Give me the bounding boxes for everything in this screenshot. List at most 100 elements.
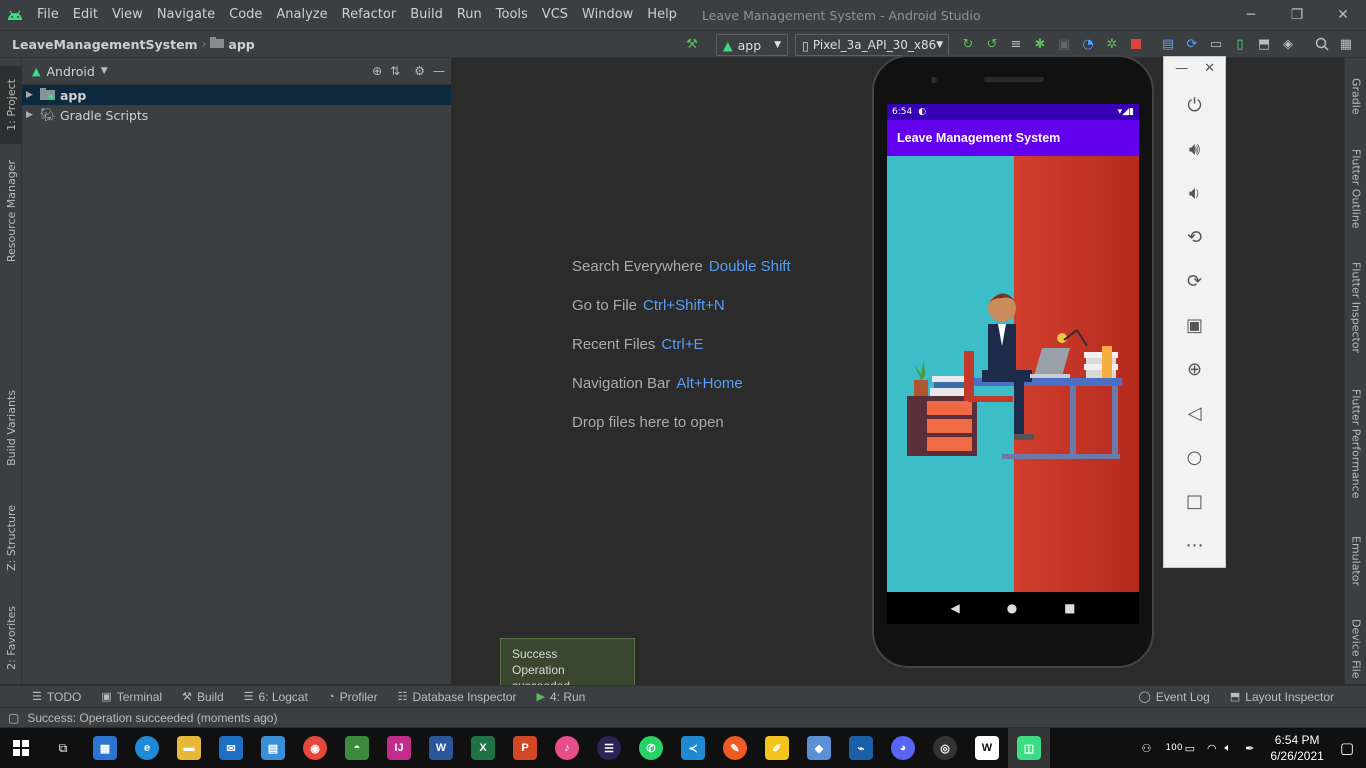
discord-icon[interactable]: ◕ xyxy=(882,728,924,768)
status-message[interactable]: Success: Operation succeeded (moments ag… xyxy=(27,711,277,725)
apply-code-changes-icon[interactable]: ↺ xyxy=(982,34,1002,54)
volume-down-icon[interactable]: 🔉︎ xyxy=(1164,171,1225,215)
menu-analyze[interactable]: Analyze xyxy=(269,0,334,30)
wifi-icon[interactable]: ◠ xyxy=(1207,742,1217,755)
gear-icon[interactable]: ⚙ xyxy=(414,64,425,78)
menu-view[interactable]: View xyxy=(105,0,150,30)
store-icon[interactable]: ▦ xyxy=(84,728,126,768)
battery-icon[interactable]: ▭ xyxy=(1185,742,1195,755)
chrome-icon[interactable]: ◉ xyxy=(294,728,336,768)
tab-todo[interactable]: ☰ TODO xyxy=(32,690,81,704)
minimize-button[interactable]: ─ xyxy=(1228,0,1274,30)
project-view-select[interactable]: Android xyxy=(46,64,94,79)
rotate-right-icon[interactable]: ⟳ xyxy=(1164,259,1225,303)
tab-layout-inspector[interactable]: ⬒ Layout Inspector xyxy=(1230,690,1334,704)
tab-flutter-inspector[interactable]: Flutter Inspector xyxy=(1345,258,1366,358)
collapse-all-icon[interactable]: ⇅ xyxy=(390,64,400,78)
tab-build[interactable]: ⚒ Build xyxy=(182,690,224,704)
menu-window[interactable]: Window xyxy=(575,0,640,30)
virtualbox-icon[interactable]: ◆ xyxy=(798,728,840,768)
layout-inspector-icon[interactable]: ⬒ xyxy=(1254,34,1274,54)
notification-center-icon[interactable]: ▢ xyxy=(1340,739,1354,757)
whatsapp-icon[interactable]: ✆ xyxy=(630,728,672,768)
menu-file[interactable]: File xyxy=(30,0,66,30)
back-nav-icon[interactable]: ◀ xyxy=(950,601,959,615)
file-explorer-icon[interactable]: ▬ xyxy=(168,728,210,768)
power-icon[interactable]: ⏻ xyxy=(1164,83,1225,127)
itunes-icon[interactable]: ♪ xyxy=(546,728,588,768)
minimize-emulator-icon[interactable]: — xyxy=(1175,61,1188,83)
intellij-icon[interactable]: IJ xyxy=(378,728,420,768)
postman-icon[interactable]: ✎ xyxy=(714,728,756,768)
breadcrumb-project[interactable]: LeaveManagementSystem xyxy=(0,37,198,52)
google-account-icon[interactable]: ▦ xyxy=(1336,34,1356,54)
overview-icon[interactable]: □ xyxy=(1164,479,1225,523)
menu-navigate[interactable]: Navigate xyxy=(150,0,222,30)
mail-icon[interactable]: ✉ xyxy=(210,728,252,768)
sdk-manager-icon[interactable]: ▯ xyxy=(1230,34,1250,54)
menu-build[interactable]: Build xyxy=(403,0,450,30)
tab-run[interactable]: ▶ 4: Run xyxy=(537,690,586,704)
home-icon[interactable]: ○ xyxy=(1164,435,1225,479)
screenshot-camera-icon[interactable]: ▣ xyxy=(1164,303,1225,347)
breadcrumb-module[interactable]: app xyxy=(228,37,254,52)
close-window-button[interactable]: ✕ xyxy=(1320,0,1366,30)
sync-gradle-icon[interactable]: ⟳ xyxy=(1182,34,1202,54)
tab-favorites[interactable]: 2: Favorites xyxy=(0,598,22,678)
home-nav-icon[interactable]: ● xyxy=(1007,601,1017,615)
tab-emulator[interactable]: Emulator xyxy=(1345,528,1366,594)
menu-code[interactable]: Code xyxy=(222,0,269,30)
obs-icon[interactable]: ◎ xyxy=(924,728,966,768)
menu-refactor[interactable]: Refactor xyxy=(335,0,404,30)
taskbar-clock[interactable]: 6:54 PM 6/26/2021 xyxy=(1258,732,1335,764)
tab-structure[interactable]: Z: Structure xyxy=(0,498,22,578)
edge-icon[interactable]: e xyxy=(126,728,168,768)
powerpoint-icon[interactable]: P xyxy=(504,728,546,768)
tree-item-gradle-scripts[interactable]: ▶ 🐘︎ Gradle Scripts xyxy=(22,105,451,125)
restore-button[interactable]: ❐ xyxy=(1274,0,1320,30)
volume-up-icon[interactable]: 🔊︎ xyxy=(1164,127,1225,171)
close-emulator-icon[interactable]: ✕ xyxy=(1204,61,1215,83)
hide-icon[interactable]: — xyxy=(433,64,445,78)
debug-icon[interactable]: ✱ xyxy=(1030,34,1050,54)
tab-flutter-performance[interactable]: Flutter Performance xyxy=(1345,386,1366,501)
tab-project[interactable]: 1: Project xyxy=(0,66,22,144)
run-configuration-select[interactable]: ▲ app ▼ xyxy=(716,34,788,56)
tab-build-variants[interactable]: Build Variants xyxy=(0,388,22,468)
more-icon[interactable]: ⋯ xyxy=(1164,523,1225,567)
stop-icon[interactable] xyxy=(1126,34,1146,54)
tab-logcat[interactable]: ☰ 6: Logcat xyxy=(244,690,308,704)
device-select[interactable]: ▯ Pixel_3a_API_30_x86 ▼ xyxy=(795,34,949,56)
search-icon[interactable] xyxy=(1312,34,1332,54)
success-notification-balloon[interactable]: Success Operation succeeded xyxy=(500,638,635,693)
pen-icon[interactable]: ✒ xyxy=(1245,742,1254,755)
task-view-icon[interactable]: ⧉ xyxy=(42,728,84,768)
word-icon[interactable]: W xyxy=(420,728,462,768)
tab-event-log[interactable]: ◯ Event Log xyxy=(1139,690,1210,704)
expand-arrow-icon[interactable]: ▶ xyxy=(26,110,40,120)
control-panel-icon[interactable]: ▤ xyxy=(252,728,294,768)
expand-arrow-icon[interactable]: ▶ xyxy=(26,90,40,100)
run-list-icon[interactable]: ≡ xyxy=(1006,34,1026,54)
emulator-screen[interactable]: 6:54 ◐ ▾◢▮ Leave Management System ◀ ● ■ xyxy=(887,104,1139,624)
excel-icon[interactable]: X xyxy=(462,728,504,768)
menu-tools[interactable]: Tools xyxy=(489,0,535,30)
start-windows-icon[interactable] xyxy=(0,728,42,768)
tab-profiler[interactable]: ◔ Profiler xyxy=(328,690,378,704)
menu-vcs[interactable]: VCS xyxy=(535,0,575,30)
tab-device-file[interactable]: Device File xyxy=(1345,616,1366,682)
menu-help[interactable]: Help xyxy=(640,0,684,30)
project-structure-icon[interactable]: ▤ xyxy=(1158,34,1178,54)
tab-flutter-outline[interactable]: Flutter Outline xyxy=(1345,144,1366,234)
make-project-hammer-icon[interactable]: ⚒ xyxy=(682,34,702,54)
vscode-icon[interactable]: ≺ xyxy=(672,728,714,768)
apply-changes-restart-icon[interactable]: ↻ xyxy=(958,34,978,54)
chevron-down-icon[interactable]: ▼ xyxy=(101,66,108,76)
rotate-left-icon[interactable]: ⟲ xyxy=(1164,215,1225,259)
network-tool-icon[interactable]: ⌁ xyxy=(840,728,882,768)
avd-manager-icon[interactable]: ▭ xyxy=(1206,34,1226,54)
app-w-icon[interactable]: W xyxy=(966,728,1008,768)
tab-database-inspector[interactable]: ☷ Database Inspector xyxy=(398,690,517,704)
coverage-icon[interactable]: ▣ xyxy=(1054,34,1074,54)
tab-terminal[interactable]: ▣ Terminal xyxy=(101,690,162,704)
